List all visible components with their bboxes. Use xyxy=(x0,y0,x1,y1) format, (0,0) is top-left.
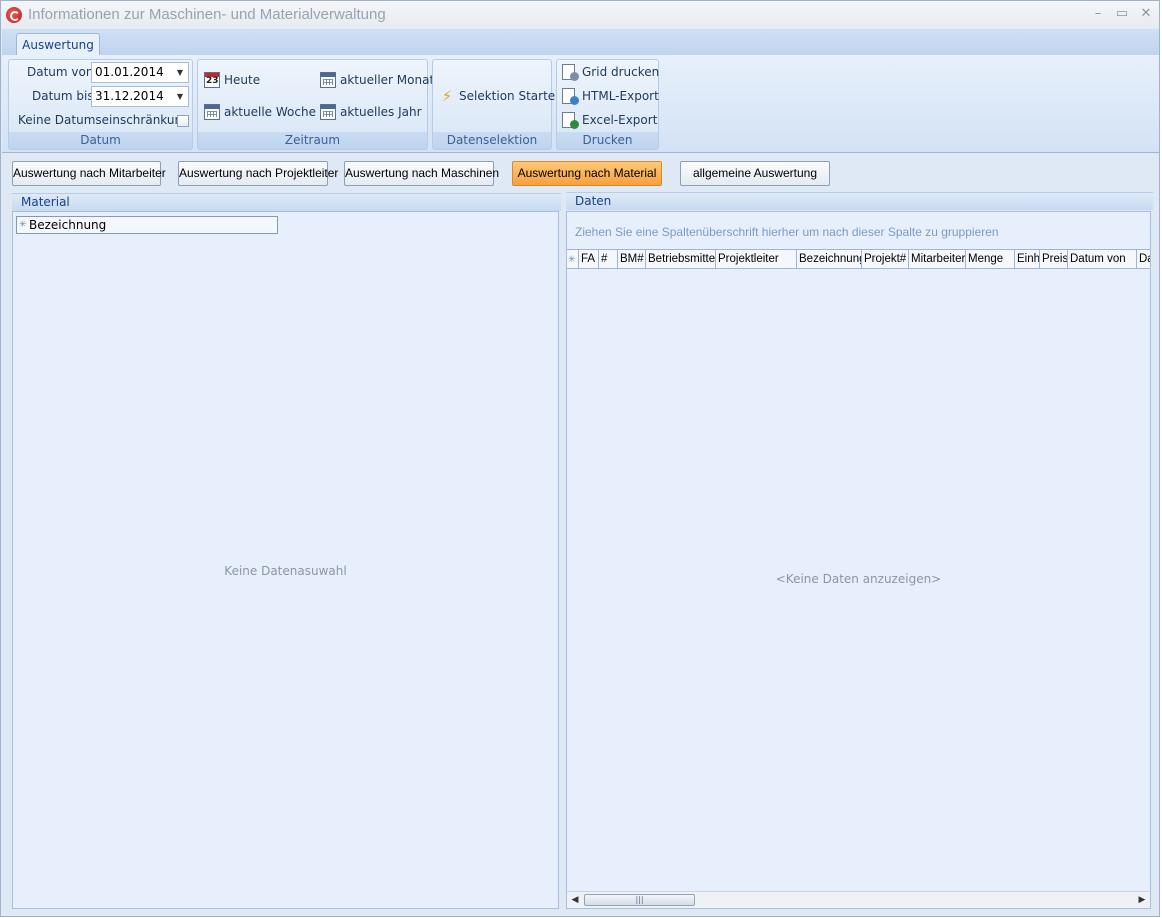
html-export-button[interactable]: HTML-Export xyxy=(562,86,659,106)
maximize-button[interactable]: ▭ xyxy=(1111,5,1133,23)
group-caption-zeitraum: Zeitraum xyxy=(198,132,427,149)
col-header[interactable]: Bezeichnung xyxy=(797,250,862,268)
col-header[interactable]: # xyxy=(599,250,618,268)
col-header[interactable]: Mitarbeiter xyxy=(909,250,966,268)
col-header[interactable]: Menge xyxy=(966,250,1015,268)
aktueller-monat-label: aktueller Monat xyxy=(340,73,435,87)
main-window: Informationen zur Maschinen- und Materia… xyxy=(0,0,1160,917)
aktueller-monat-button[interactable]: aktueller Monat xyxy=(320,70,434,90)
allgemeine-auswertung-button[interactable]: allgemeine Auswertung xyxy=(680,161,830,186)
material-panel-header: Material xyxy=(12,193,561,211)
grid-drucken-label: Grid drucken xyxy=(582,65,660,79)
grid-column-headers: ✳ FA # BM# Betriebsmittel Projektleiter … xyxy=(567,249,1150,269)
col-header[interactable]: Projekt# xyxy=(862,250,909,268)
close-button[interactable]: ✕ xyxy=(1135,5,1157,23)
col-header[interactable]: Einh xyxy=(1015,250,1040,268)
group-by-panel[interactable]: Ziehen Sie eine Spaltenüberschrift hierh… xyxy=(575,225,999,239)
html-export-label: HTML-Export xyxy=(582,89,659,103)
scroll-left-icon[interactable]: ◀ xyxy=(567,892,583,908)
aktuelles-jahr-label: aktuelles Jahr xyxy=(340,105,422,119)
excel-export-label: Excel-Export xyxy=(582,113,658,127)
daten-panel-header: Daten xyxy=(566,192,1153,210)
datum-von-combo[interactable]: 01.01.2014 ▼ xyxy=(91,62,189,83)
heute-button[interactable]: 23 Heute xyxy=(204,70,260,90)
minimize-button[interactable]: – xyxy=(1087,5,1109,23)
group-caption-drucken: Drucken xyxy=(557,132,658,149)
datum-von-value: 01.01.2014 xyxy=(95,65,164,79)
datum-bis-combo[interactable]: 31.12.2014 ▼ xyxy=(91,86,189,107)
daten-panel: Ziehen Sie eine Spaltenüberschrift hierh… xyxy=(566,211,1151,909)
calendar-year-icon xyxy=(320,104,336,120)
daten-empty-text: <Keine Daten anzuzeigen> xyxy=(775,572,942,586)
calendar-week-icon xyxy=(204,104,220,120)
col-header[interactable]: Betriebsmittel xyxy=(646,250,716,268)
tab-auswertung[interactable]: Auswertung xyxy=(16,33,100,57)
excel-export-button[interactable]: Excel-Export xyxy=(562,110,657,130)
column-chooser-icon[interactable]: ✳ xyxy=(19,217,27,233)
printer-icon xyxy=(562,64,579,81)
grid-drucken-button[interactable]: Grid drucken xyxy=(562,62,659,82)
col-header[interactable]: Da xyxy=(1137,250,1150,268)
datum-bis-value: 31.12.2014 xyxy=(95,89,164,103)
datum-bis-label: Datum bis xyxy=(32,89,94,103)
lightning-bolt-icon: ⚡ xyxy=(441,87,453,105)
keine-datumseinschraenkung-checkbox[interactable] xyxy=(177,115,189,127)
title-bar: Informationen zur Maschinen- und Materia… xyxy=(1,1,1159,29)
selektion-starten-button[interactable]: ⚡ Selektion Starten xyxy=(439,86,563,106)
calendar-today-icon: 23 xyxy=(204,72,220,88)
column-chooser-icon[interactable]: ✳ xyxy=(567,250,579,268)
col-header[interactable]: Datum von xyxy=(1068,250,1137,268)
excel-export-icon xyxy=(562,112,579,129)
bezeichnung-column-header[interactable]: ✳ Bezeichnung xyxy=(16,216,278,234)
scroll-right-icon[interactable]: ▶ xyxy=(1134,892,1150,908)
app-logo-icon xyxy=(6,7,22,23)
selektion-starten-label: Selektion Starten xyxy=(459,89,563,103)
bezeichnung-label: Bezeichnung xyxy=(29,218,107,232)
auswertung-projektleiter-button[interactable]: Auswertung nach Projektleiter xyxy=(178,161,338,186)
col-header[interactable]: FA xyxy=(579,250,599,268)
ribbon-group-datenselektion: ⚡ Selektion Starten Datenselektion xyxy=(432,59,563,150)
auswertung-mitarbeiter-button[interactable]: Auswertung nach Mitarbeiter xyxy=(12,161,166,186)
auswertung-material-button[interactable]: Auswertung nach Material xyxy=(512,161,662,186)
datum-von-label: Datum von xyxy=(27,65,94,79)
ribbon-tab-bar: Auswertung xyxy=(2,29,1159,57)
material-panel: ✳ Bezeichnung Keine Datenasuwahl xyxy=(12,211,559,909)
aktuelle-woche-button[interactable]: aktuelle Woche xyxy=(204,102,316,122)
group-caption-datenselektion: Datenselektion xyxy=(433,132,551,149)
chevron-down-icon[interactable]: ▼ xyxy=(174,87,186,106)
ribbon-group-drucken: Grid drucken HTML-Export Excel-Export Dr… xyxy=(556,59,659,150)
scrollbar-thumb[interactable]: ||| xyxy=(584,894,695,906)
col-header[interactable]: BM# xyxy=(618,250,646,268)
html-export-icon xyxy=(562,88,579,105)
chevron-down-icon[interactable]: ▼ xyxy=(174,63,186,82)
col-header[interactable]: Preis xyxy=(1040,250,1068,268)
material-empty-text: Keine Datenasuwahl xyxy=(224,564,347,578)
aktuelles-jahr-button[interactable]: aktuelles Jahr xyxy=(320,102,422,122)
auswertung-maschinen-button[interactable]: Auswertung nach Maschinen xyxy=(344,161,499,186)
calendar-month-icon xyxy=(320,72,336,88)
horizontal-scrollbar[interactable]: ◀ ||| ▶ xyxy=(567,891,1150,908)
group-caption-datum: Datum xyxy=(9,132,192,149)
col-header[interactable]: Projektleiter xyxy=(716,250,797,268)
aktuelle-woche-label: aktuelle Woche xyxy=(224,105,316,119)
ribbon-body: Datum von 01.01.2014 ▼ Datum bis 31.12.2… xyxy=(2,55,1159,153)
heute-label: Heute xyxy=(224,73,261,87)
ribbon-group-zeitraum: 23 Heute aktuelle Woche aktueller Monat … xyxy=(197,59,434,150)
ribbon-group-datum: Datum von 01.01.2014 ▼ Datum bis 31.12.2… xyxy=(8,59,193,150)
window-title: Informationen zur Maschinen- und Materia… xyxy=(28,6,386,23)
keine-datumseinschraenkung-label: Keine Datumseinschränkung xyxy=(18,113,190,127)
